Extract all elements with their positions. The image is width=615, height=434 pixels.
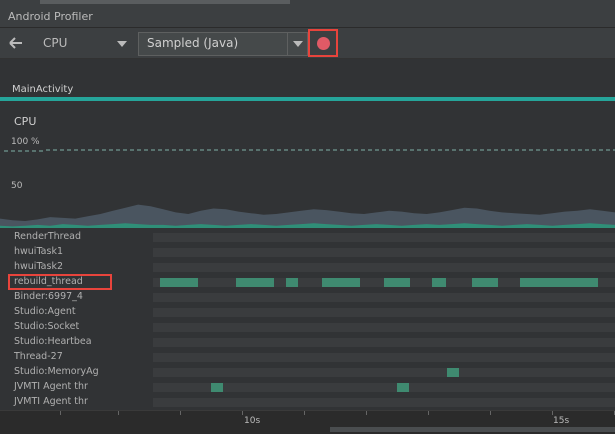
top-strip-thumb[interactable] (40, 0, 290, 4)
thread-row[interactable]: Studio:Socket (0, 320, 615, 335)
monitor-dropdown[interactable]: CPU (36, 33, 134, 55)
thread-row[interactable]: RenderThread (0, 230, 615, 245)
title-bar: Android Profiler (0, 5, 615, 28)
thread-name: Studio:Socket (14, 321, 80, 332)
thread-activity-segment (432, 278, 446, 287)
thread-timeline (153, 368, 615, 377)
axis-tick (118, 411, 119, 415)
axis-tick (490, 411, 491, 415)
thread-name: Thread-27 (14, 351, 63, 362)
thread-activity-segment (160, 278, 198, 287)
thread-timeline (153, 353, 615, 362)
arrow-left-icon (9, 37, 22, 49)
thread-name: Binder:6997_4 (14, 291, 83, 302)
thread-row[interactable]: Studio:Agent (0, 305, 615, 320)
thread-name: Studio:MemoryAg (14, 366, 99, 377)
thread-name: Studio:Heartbea (14, 336, 92, 347)
thread-timeline (153, 293, 615, 302)
axis-tick (180, 411, 181, 415)
thread-row[interactable]: JVMTI Agent thr (0, 395, 615, 410)
thread-row[interactable]: hwuiTask1 (0, 245, 615, 260)
thread-activity-segment (211, 383, 223, 392)
thread-name: JVMTI Agent thr (14, 396, 88, 407)
thread-activity-segment (397, 383, 409, 392)
thread-activity-segment (236, 278, 274, 287)
thread-row[interactable]: JVMTI Agent thr (0, 380, 615, 395)
rebuild-thread-highlight (8, 274, 112, 290)
axis-label: 10s (244, 416, 261, 426)
dropdown-divider (287, 33, 288, 55)
time-axis: 10s 15s (0, 410, 615, 434)
window-title: Android Profiler (8, 10, 93, 23)
thread-activity-segment (520, 278, 598, 287)
cpu-title: CPU (14, 115, 37, 128)
thread-timeline (153, 398, 615, 407)
thread-activity-segment (472, 278, 498, 287)
thread-activity-segment (447, 368, 459, 377)
thread-list: RenderThread hwuiTask1 hwuiTask2 rebuild_th… (0, 230, 615, 410)
cpu-usage-chart[interactable] (0, 140, 615, 230)
thread-activity-segment (322, 278, 360, 287)
back-button[interactable] (6, 34, 26, 52)
thread-timeline (153, 233, 615, 242)
thread-row[interactable]: Binder:6997_4 (0, 290, 615, 305)
axis-tick (60, 411, 61, 415)
thread-timeline (153, 248, 615, 257)
chevron-down-icon (117, 41, 127, 47)
thread-timeline (153, 338, 615, 347)
thread-name: Studio:Agent (14, 306, 76, 317)
thread-name: hwuiTask1 (14, 246, 63, 257)
toolbar: CPU Sampled (Java) (0, 28, 615, 59)
thread-row[interactable]: Studio:MemoryAg (0, 365, 615, 380)
thread-name: RenderThread (14, 231, 82, 242)
axis-tick (242, 411, 243, 415)
configuration-value: Sampled (Java) (147, 36, 239, 50)
chevron-down-icon (293, 41, 303, 47)
timeline-scrollbar[interactable] (330, 427, 615, 432)
thread-row[interactable]: hwuiTask2 (0, 260, 615, 275)
activity-label: MainActivity (12, 84, 74, 95)
thread-activity-segment (286, 278, 298, 287)
record-button-highlight (308, 29, 338, 57)
thread-timeline (153, 323, 615, 332)
axis-tick (428, 411, 429, 415)
axis-tick (552, 411, 553, 415)
thread-name: JVMTI Agent thr (14, 381, 88, 392)
activity-bar[interactable] (0, 97, 615, 101)
axis-tick (366, 411, 367, 415)
axis-label: 15s (553, 416, 570, 426)
configuration-dropdown[interactable]: Sampled (Java) (138, 32, 308, 56)
thread-timeline (153, 308, 615, 317)
thread-row[interactable]: Studio:Heartbea (0, 335, 615, 350)
thread-row[interactable]: Thread-27 (0, 350, 615, 365)
record-button[interactable] (317, 37, 330, 50)
thread-timeline (153, 263, 615, 272)
thread-activity-segment (384, 278, 410, 287)
axis-tick (304, 411, 305, 415)
monitor-value: CPU (43, 36, 68, 50)
thread-name: hwuiTask2 (14, 261, 63, 272)
